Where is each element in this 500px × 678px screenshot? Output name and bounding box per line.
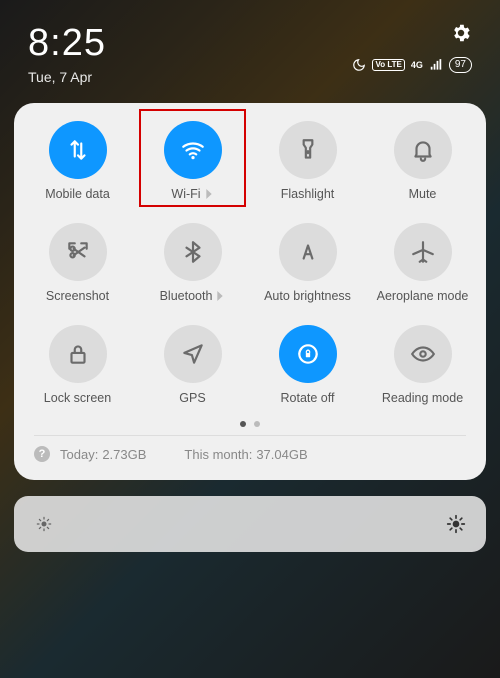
tile-label: Auto brightness <box>264 289 351 303</box>
auto-brightness-icon <box>295 239 321 265</box>
usage-today-value: 2.73GB <box>102 447 146 462</box>
lock-icon <box>65 341 91 367</box>
reading-mode-toggle[interactable] <box>394 325 452 383</box>
mobile-data-toggle[interactable] <box>49 121 107 179</box>
brightness-low-icon <box>34 514 54 534</box>
status-bar: 8:25 Tue, 7 Apr Vo LTE 4G 97 <box>0 0 500 93</box>
help-icon: ? <box>34 446 50 462</box>
mute-toggle[interactable] <box>394 121 452 179</box>
rotate-lock-icon <box>295 341 321 367</box>
lock-screen-button[interactable] <box>49 325 107 383</box>
aeroplane-toggle[interactable] <box>394 223 452 281</box>
tile-label: Bluetooth <box>160 289 226 303</box>
tile-label: Flashlight <box>281 187 335 201</box>
tile-flashlight[interactable]: Flashlight <box>250 121 365 201</box>
bluetooth-icon <box>180 239 206 265</box>
page-indicator <box>20 421 480 427</box>
status-left: 8:25 Tue, 7 Apr <box>28 22 106 85</box>
screenshot-button[interactable] <box>49 223 107 281</box>
usage-month-value: 37.04GB <box>256 447 307 462</box>
flashlight-toggle[interactable] <box>279 121 337 179</box>
tile-label: GPS <box>179 391 205 405</box>
wifi-toggle[interactable] <box>164 121 222 179</box>
clock-time: 8:25 <box>28 22 106 65</box>
tile-label: Aeroplane mode <box>377 289 469 303</box>
scissors-icon <box>65 239 91 265</box>
usage-today-label: Today: <box>60 447 98 462</box>
tile-screenshot[interactable]: Screenshot <box>20 223 135 303</box>
tile-label: Mute <box>409 187 437 201</box>
battery-level: 97 <box>449 57 472 73</box>
data-arrows-icon <box>65 137 91 163</box>
expand-icon <box>218 291 223 301</box>
status-indicators: Vo LTE 4G 97 <box>352 57 472 73</box>
wifi-icon <box>180 137 206 163</box>
gear-icon <box>450 22 472 44</box>
tile-rotate[interactable]: Rotate off <box>250 325 365 405</box>
tile-label: Reading mode <box>382 391 463 405</box>
quick-settings-panel: Mobile data Wi-Fi Flashlight Mute <box>14 103 486 480</box>
gps-toggle[interactable] <box>164 325 222 383</box>
tile-label: Wi-Fi <box>171 187 213 201</box>
page-dot <box>254 421 260 427</box>
tile-mobile-data[interactable]: Mobile data <box>20 121 135 201</box>
tile-label: Rotate off <box>281 391 335 405</box>
tile-auto-brightness[interactable]: Auto brightness <box>250 223 365 303</box>
bluetooth-toggle[interactable] <box>164 223 222 281</box>
bell-icon <box>410 137 436 163</box>
tile-bluetooth[interactable]: Bluetooth <box>135 223 250 303</box>
tile-wifi[interactable]: Wi-Fi <box>135 121 250 201</box>
tile-gps[interactable]: GPS <box>135 325 250 405</box>
tile-lock-screen[interactable]: Lock screen <box>20 325 135 405</box>
brightness-high-icon <box>446 514 466 534</box>
eye-icon <box>410 341 436 367</box>
location-icon <box>180 341 206 367</box>
volte-badge: Vo LTE <box>372 59 404 71</box>
page-dot <box>240 421 246 427</box>
tile-mute[interactable]: Mute <box>365 121 480 201</box>
airplane-icon <box>410 239 436 265</box>
signal-icon <box>429 58 443 72</box>
tile-reading[interactable]: Reading mode <box>365 325 480 405</box>
brightness-slider[interactable] <box>14 496 486 552</box>
data-usage-row[interactable]: ? Today: 2.73GB This month: 37.04GB <box>20 436 480 472</box>
tile-label: Lock screen <box>44 391 111 405</box>
tile-label: Screenshot <box>46 289 109 303</box>
moon-icon <box>352 58 366 72</box>
tile-aeroplane[interactable]: Aeroplane mode <box>365 223 480 303</box>
network-label: 4G <box>411 60 423 70</box>
usage-month-label: This month: <box>184 447 252 462</box>
rotate-toggle[interactable] <box>279 325 337 383</box>
status-right: Vo LTE 4G 97 <box>352 22 472 73</box>
auto-brightness-toggle[interactable] <box>279 223 337 281</box>
flashlight-icon <box>295 137 321 163</box>
expand-icon <box>206 189 211 199</box>
quick-settings-grid: Mobile data Wi-Fi Flashlight Mute <box>20 121 480 405</box>
clock-date: Tue, 7 Apr <box>28 69 106 85</box>
tile-label: Mobile data <box>45 187 110 201</box>
settings-button[interactable] <box>450 22 472 49</box>
